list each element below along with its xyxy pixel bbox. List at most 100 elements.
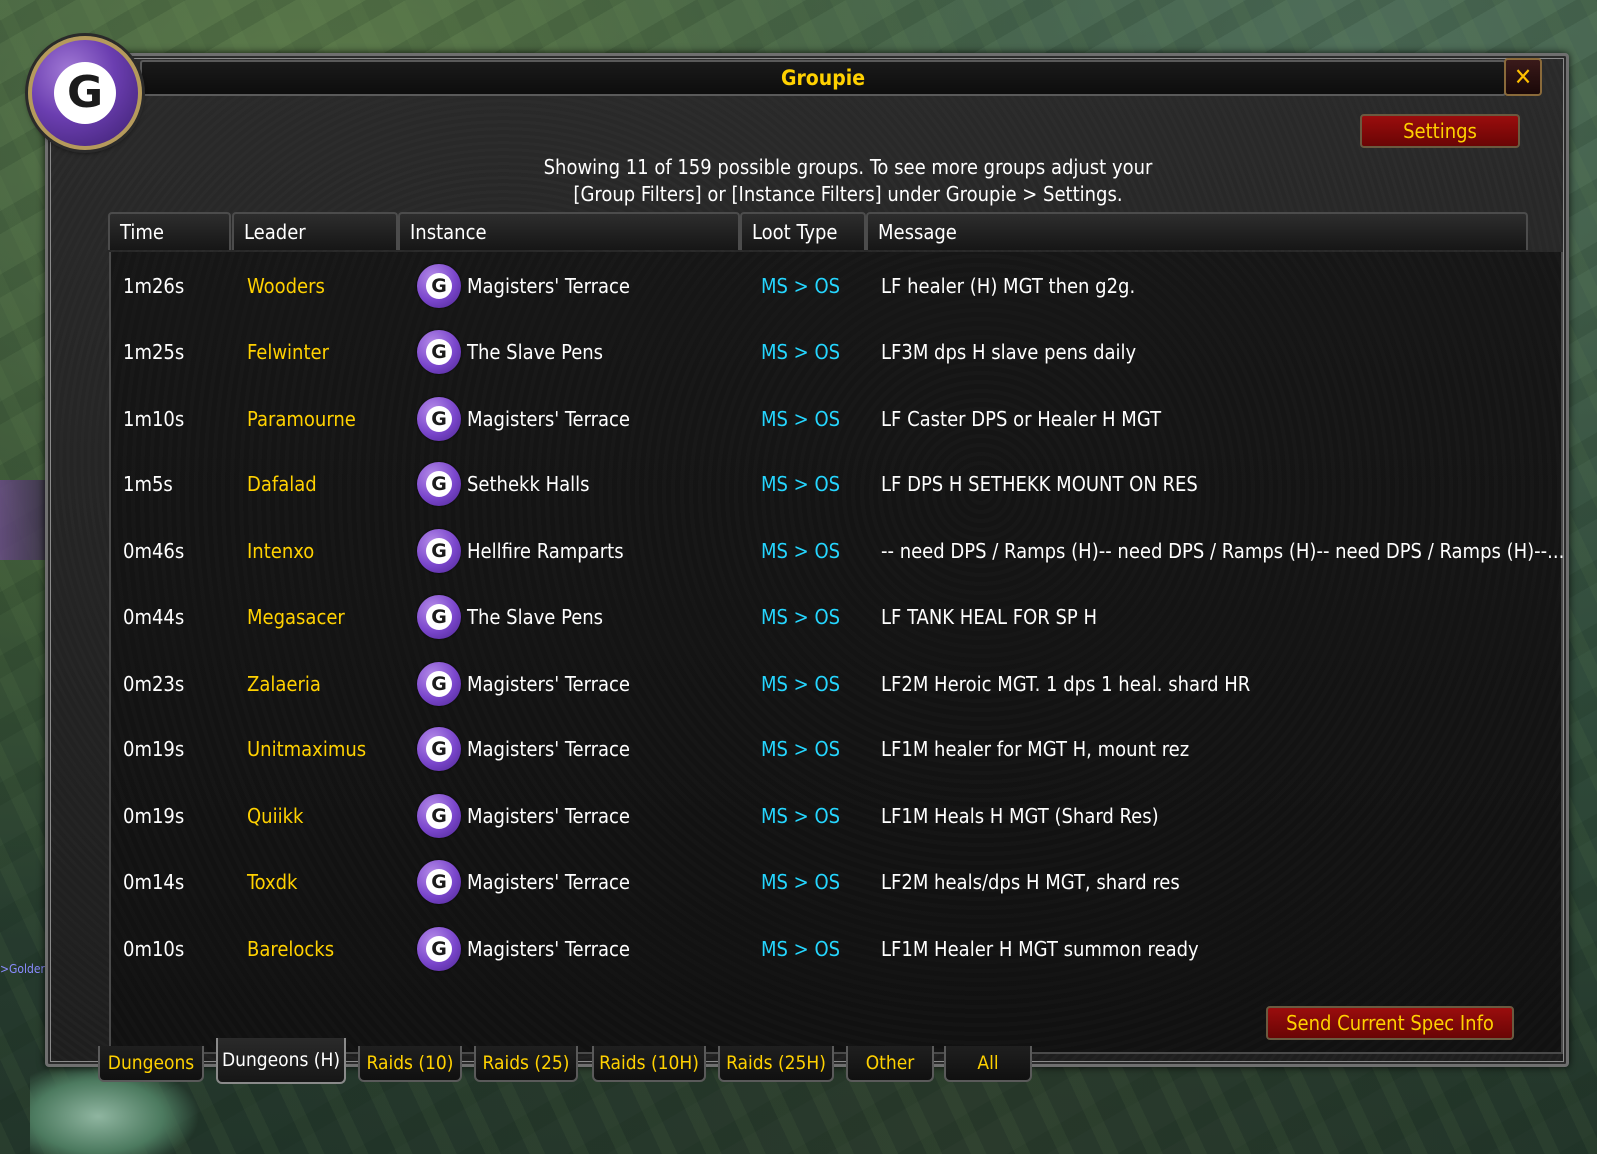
- instance-icon: G: [417, 662, 461, 706]
- tab-raids-10[interactable]: Raids (10): [358, 1046, 462, 1082]
- row-message: LF TANK HEAL FOR SP H: [881, 605, 1097, 629]
- row-instance-name: Sethekk Halls: [467, 472, 590, 496]
- group-row[interactable]: 1m26s Wooders G Magisters' Terrace MS > OS LF…: [111, 256, 1561, 316]
- row-message: LF2M heals/dps H MGT, shard res: [881, 870, 1180, 894]
- groupie-window: Groupie ✕ Showing 11 of 159 possible gro…: [45, 53, 1569, 1067]
- row-leader[interactable]: Toxdk: [247, 852, 297, 912]
- row-leader[interactable]: Felwinter: [247, 322, 329, 382]
- instance-icon: G: [417, 462, 461, 506]
- group-row[interactable]: 0m46s Intenxo G Hellfire Ramparts MS > OS -- …: [111, 521, 1564, 581]
- instance-icon: G: [417, 529, 461, 573]
- info-line-1: Showing 11 of 159 possible groups. To se…: [543, 155, 1153, 179]
- row-time: 0m14s: [123, 870, 185, 894]
- instance-icon-letter: G: [431, 672, 447, 695]
- column-header-time[interactable]: Time: [108, 212, 231, 250]
- row-time: 0m19s: [123, 737, 185, 761]
- instance-icon: G: [417, 595, 461, 639]
- group-row[interactable]: 0m23s Zalaeria G Magisters' Terrace MS > OS L…: [111, 654, 1561, 714]
- groupie-logo: G: [28, 36, 142, 150]
- column-header-row: Time Leader Instance Loot Type Message: [108, 212, 1528, 252]
- row-instance-name: Magisters' Terrace: [467, 937, 630, 961]
- instance-icon-letter: G: [431, 605, 447, 628]
- row-instance-name: Magisters' Terrace: [467, 274, 630, 298]
- instance-icon-letter: G: [431, 340, 447, 363]
- row-leader[interactable]: Megasacer: [247, 587, 345, 647]
- row-time: 1m25s: [123, 340, 185, 364]
- column-header-leader[interactable]: Leader: [232, 212, 398, 250]
- row-instance-name: Magisters' Terrace: [467, 672, 630, 696]
- row-message: LF1M Healer H MGT summon ready: [881, 937, 1199, 961]
- tab-raids-10h[interactable]: Raids (10H): [592, 1046, 706, 1082]
- window-title: Groupie: [780, 66, 866, 90]
- row-message: LF3M dps H slave pens daily: [881, 340, 1137, 364]
- row-instance-name: Magisters' Terrace: [467, 804, 630, 828]
- instance-icon: G: [417, 927, 461, 971]
- row-instance: G Magisters' Terrace: [417, 786, 630, 846]
- row-message: -- need DPS / Ramps (H)-- need DPS / Ram…: [881, 539, 1565, 563]
- row-loot-type: MS > OS: [761, 539, 841, 563]
- row-loot-type: MS > OS: [761, 605, 841, 629]
- settings-button[interactable]: Settings: [1360, 114, 1520, 148]
- group-row[interactable]: 0m44s Megasacer G The Slave Pens MS > OS LF T…: [111, 587, 1561, 647]
- row-message: LF healer (H) MGT then g2g.: [881, 274, 1136, 298]
- tab-raids-25h[interactable]: Raids (25H): [718, 1046, 834, 1082]
- row-instance: G Magisters' Terrace: [417, 919, 630, 979]
- instance-icon-letter: G: [431, 870, 447, 893]
- row-time: 1m10s: [123, 407, 185, 431]
- row-instance: G Magisters' Terrace: [417, 852, 630, 912]
- background-chat-text: >Golder: [0, 962, 45, 976]
- tab-dungeons[interactable]: Dungeons: [98, 1046, 204, 1082]
- row-loot-type: MS > OS: [761, 937, 841, 961]
- row-time: 0m10s: [123, 937, 185, 961]
- group-row[interactable]: 0m19s Unitmaximus G Magisters' Terrace MS > …: [111, 719, 1561, 779]
- group-row[interactable]: 0m19s Quiikk G Magisters' Terrace MS > OS LF1…: [111, 786, 1561, 846]
- send-spec-info-button[interactable]: Send Current Spec Info: [1266, 1006, 1514, 1040]
- logo-letter: G: [66, 67, 104, 118]
- row-instance-name: Magisters' Terrace: [467, 737, 630, 761]
- groupie-logo-icon: G: [54, 62, 116, 124]
- row-message: LF2M Heroic MGT. 1 dps 1 heal. shard HR: [881, 672, 1251, 696]
- group-list[interactable]: 1m26s Wooders G Magisters' Terrace MS > OS LF…: [109, 252, 1564, 1054]
- group-row[interactable]: 1m25s Felwinter G The Slave Pens MS > OS LF3M…: [111, 322, 1561, 382]
- group-row[interactable]: 0m14s Toxdk G Magisters' Terrace MS > OS LF2M…: [111, 852, 1561, 912]
- instance-icon: G: [417, 397, 461, 441]
- row-instance: G Magisters' Terrace: [417, 256, 630, 316]
- row-instance: G Hellfire Ramparts: [417, 521, 624, 581]
- row-leader[interactable]: Intenxo: [247, 521, 314, 581]
- column-header-message[interactable]: Message: [866, 212, 1528, 250]
- row-loot-type: MS > OS: [761, 340, 841, 364]
- group-row[interactable]: 0m10s Barelocks G Magisters' Terrace MS > OS…: [111, 919, 1561, 979]
- tab-raids-25[interactable]: Raids (25): [474, 1046, 578, 1082]
- row-leader[interactable]: Paramourne: [247, 389, 356, 449]
- column-header-instance[interactable]: Instance: [398, 212, 740, 250]
- tab-dungeons-h[interactable]: Dungeons (H): [216, 1038, 346, 1084]
- row-leader[interactable]: Dafalad: [247, 454, 317, 514]
- row-leader[interactable]: Barelocks: [247, 919, 334, 979]
- instance-icon-letter: G: [431, 472, 447, 495]
- row-instance-name: Hellfire Ramparts: [467, 539, 624, 563]
- row-leader[interactable]: Unitmaximus: [247, 719, 366, 779]
- row-instance: G Sethekk Halls: [417, 454, 590, 514]
- title-bar[interactable]: Groupie: [140, 60, 1506, 96]
- close-icon: ✕: [1513, 63, 1533, 91]
- row-time: 0m19s: [123, 804, 185, 828]
- instance-icon: G: [417, 330, 461, 374]
- row-time: 0m46s: [123, 539, 185, 563]
- row-instance: G Magisters' Terrace: [417, 654, 630, 714]
- row-leader[interactable]: Zalaeria: [247, 654, 321, 714]
- row-loot-type: MS > OS: [761, 804, 841, 828]
- row-loot-type: MS > OS: [761, 472, 841, 496]
- instance-icon-letter: G: [431, 274, 447, 297]
- tab-all[interactable]: All: [944, 1046, 1032, 1082]
- tab-other[interactable]: Other: [846, 1046, 934, 1082]
- close-button[interactable]: ✕: [1504, 58, 1542, 96]
- group-row[interactable]: 1m10s Paramourne G Magisters' Terrace MS > O…: [111, 389, 1561, 449]
- row-instance: G Magisters' Terrace: [417, 389, 630, 449]
- row-leader[interactable]: Quiikk: [247, 786, 303, 846]
- row-leader[interactable]: Wooders: [247, 256, 325, 316]
- row-time: 0m44s: [123, 605, 185, 629]
- column-header-loot-type[interactable]: Loot Type: [740, 212, 866, 250]
- instance-icon-letter: G: [431, 407, 447, 430]
- row-loot-type: MS > OS: [761, 274, 841, 298]
- group-row[interactable]: 1m5s Dafalad G Sethekk Halls MS > OS LF DPS H…: [111, 454, 1561, 514]
